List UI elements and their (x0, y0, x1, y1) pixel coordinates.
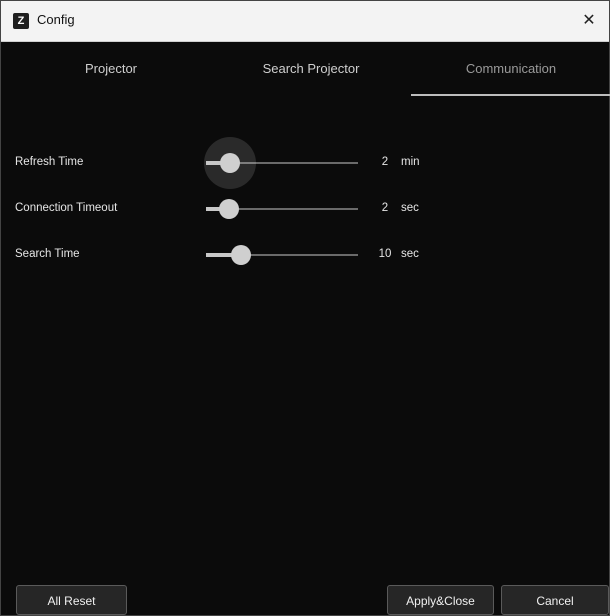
setting-row-search-time: Search Time 10 sec (1, 240, 609, 270)
refresh-time-slider[interactable] (204, 137, 358, 189)
app-logo-icon: Z (13, 13, 29, 29)
close-button[interactable]: ✕ (577, 9, 601, 33)
config-window: Z Config ✕ Projector Search Projector Co… (0, 0, 610, 616)
all-reset-button[interactable]: All Reset (16, 585, 127, 615)
connection-timeout-label: Connection Timeout (15, 202, 118, 214)
connection-timeout-slider[interactable] (206, 199, 358, 219)
apply-close-button[interactable]: Apply&Close (387, 585, 494, 615)
slider-thumb[interactable] (230, 245, 251, 265)
tab-projector[interactable]: Projector (11, 42, 211, 96)
search-time-label: Search Time (15, 248, 80, 260)
title-bar: Z Config ✕ (1, 1, 609, 42)
tab-bar: Projector Search Projector Communication (1, 42, 610, 96)
search-time-unit: sec (401, 248, 419, 260)
slider-thumb[interactable] (218, 199, 239, 219)
cancel-button[interactable]: Cancel (501, 585, 609, 615)
setting-row-connection-timeout: Connection Timeout 2 sec (1, 194, 609, 224)
search-time-slider[interactable] (206, 245, 358, 265)
refresh-time-unit: min (401, 156, 420, 168)
refresh-time-value: 2 (381, 156, 389, 168)
connection-timeout-unit: sec (401, 202, 419, 214)
connection-timeout-value: 2 (381, 202, 389, 214)
setting-row-refresh-time: Refresh Time 2 min (1, 137, 609, 189)
search-time-value: 10 (378, 248, 392, 260)
tab-communication[interactable]: Communication (411, 42, 610, 96)
window-title: Config (37, 12, 75, 27)
refresh-time-label: Refresh Time (15, 156, 84, 168)
tab-search-projector[interactable]: Search Projector (211, 42, 411, 96)
